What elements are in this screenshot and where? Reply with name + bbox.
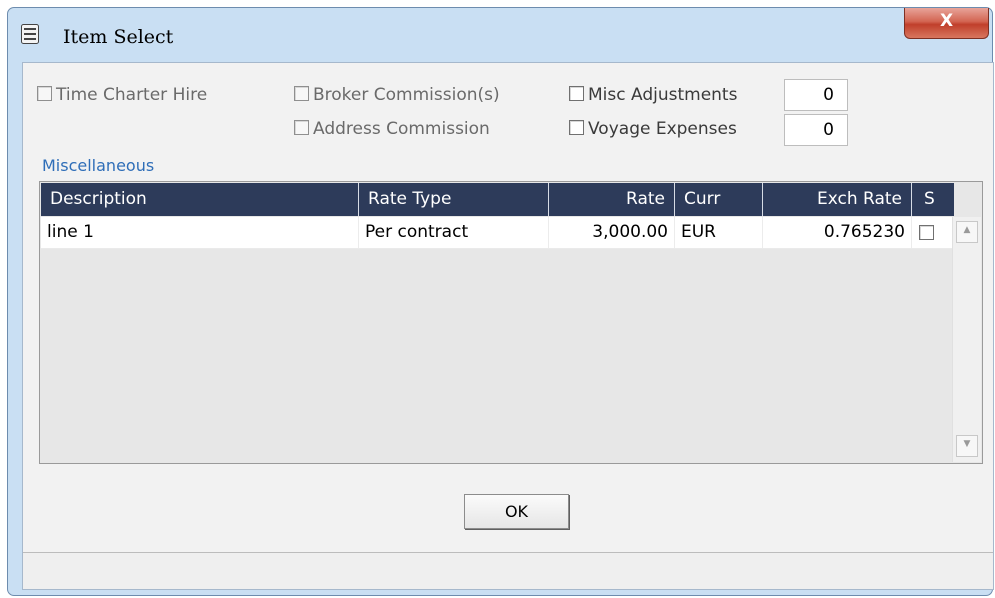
table-row[interactable]: line 1 Per contract 3,000.00 EUR 0.76523… [41,217,954,249]
time-charter-hire-checkbox[interactable] [37,86,52,101]
cell-rate-type[interactable]: Per contract [359,217,549,248]
chevron-up-icon: ▲ [963,225,971,235]
status-bar [23,552,993,589]
ok-button[interactable]: OK [464,494,569,529]
close-icon: X [939,11,954,31]
address-commission-option[interactable]: Address Commission [294,119,490,139]
column-header-exch-rate[interactable]: Exch Rate [763,183,912,216]
misc-adjustments-label: Misc Adjustments [588,85,738,105]
cell-rate[interactable]: 3,000.00 [549,217,675,248]
cell-exch-rate[interactable]: 0.765230 [763,217,912,248]
window-title: Item Select [63,26,174,48]
close-button[interactable]: X [904,8,989,39]
voyage-expenses-value[interactable]: 0 [784,114,848,146]
time-charter-hire-option[interactable]: Time Charter Hire [37,85,207,105]
title-bar[interactable]: Item Select X [8,8,992,60]
voyage-expenses-checkbox[interactable] [569,120,584,135]
miscellaneous-section-label: Miscellaneous [42,156,155,175]
broker-commission-checkbox[interactable] [294,86,309,101]
misc-adjustments-checkbox[interactable] [569,86,584,101]
voyage-expenses-label: Voyage Expenses [588,119,737,139]
vertical-scrollbar[interactable]: ▲ ▼ [952,217,981,462]
time-charter-hire-label: Time Charter Hire [56,85,208,105]
misc-adjustments-option[interactable]: Misc Adjustments [569,85,737,105]
cell-curr[interactable]: EUR [675,217,763,248]
column-header-curr[interactable]: Curr [675,183,763,216]
cell-description[interactable]: line 1 [41,217,359,248]
chevron-down-icon: ▼ [963,439,971,449]
column-header-rate-type[interactable]: Rate Type [359,183,549,216]
column-header-description[interactable]: Description [41,183,359,216]
address-commission-label: Address Commission [313,119,490,139]
dialog-body: Time Charter Hire Broker Commission(s) A… [22,62,994,590]
item-select-window: Item Select X Time Charter Hire Broker C… [7,7,994,596]
miscellaneous-grid: Description Rate Type Rate Curr Exch Rat… [39,181,983,464]
row-select-checkbox[interactable] [919,225,934,240]
grid-header: Description Rate Type Rate Curr Exch Rat… [41,183,954,216]
form-icon [21,24,39,44]
address-commission-checkbox[interactable] [294,120,309,135]
column-header-s[interactable]: S [912,183,954,216]
misc-adjustments-value[interactable]: 0 [784,79,848,111]
broker-commission-option[interactable]: Broker Commission(s) [294,85,500,105]
cell-s[interactable] [912,217,954,248]
voyage-expenses-option[interactable]: Voyage Expenses [569,119,737,139]
scroll-up-button[interactable]: ▲ [956,221,978,243]
broker-commission-label: Broker Commission(s) [313,85,500,105]
column-header-rate[interactable]: Rate [549,183,675,216]
scroll-down-button[interactable]: ▼ [956,435,978,457]
